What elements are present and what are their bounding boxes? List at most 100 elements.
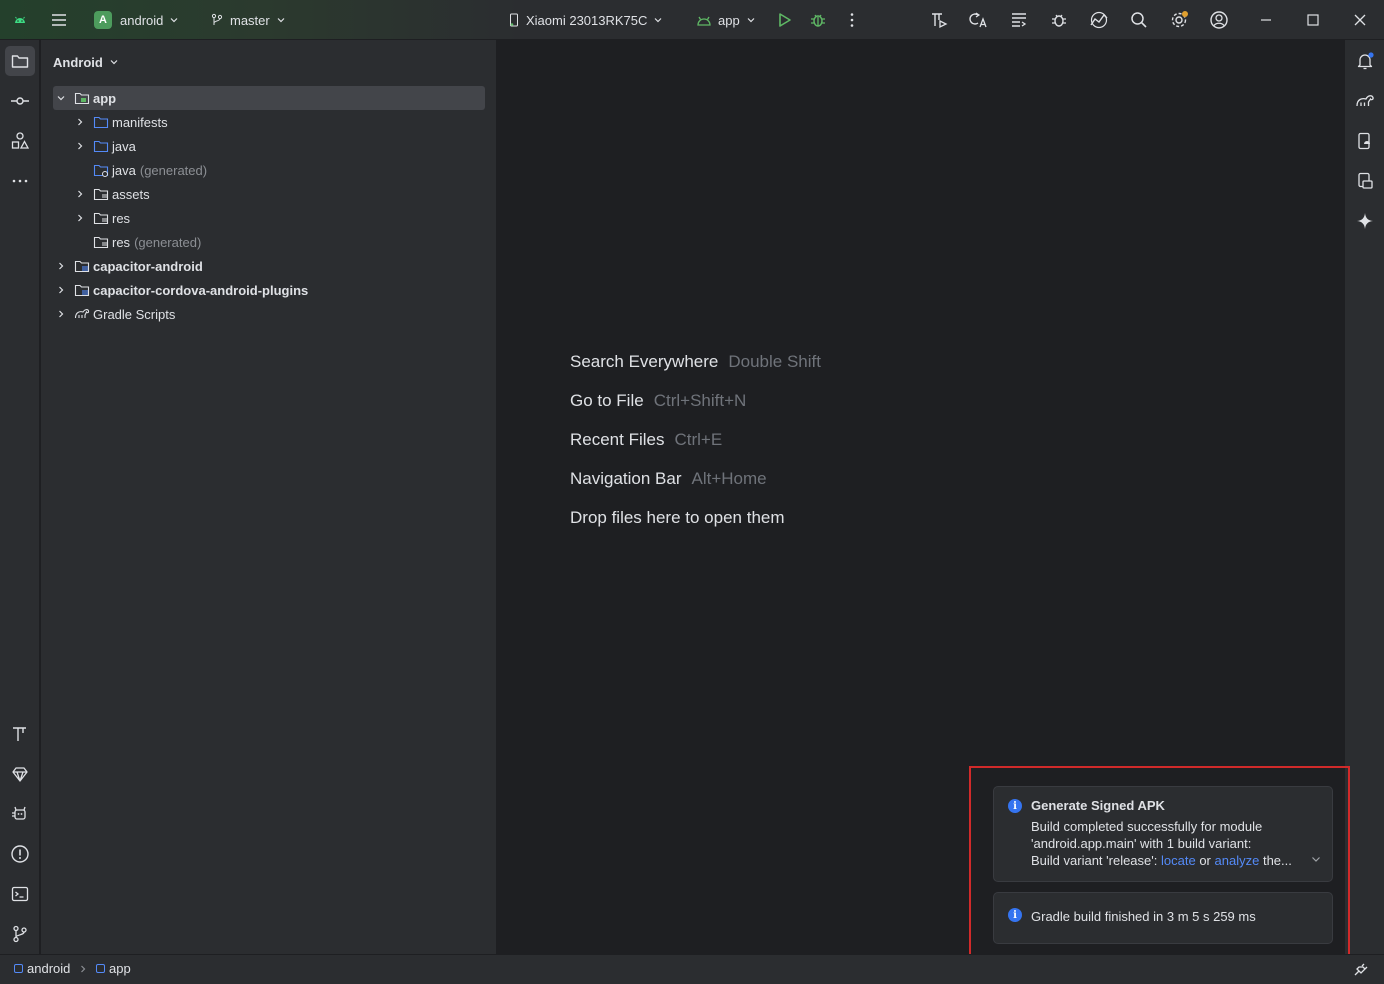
project-view-mode-dropdown[interactable]: Android [53,53,119,71]
chevron-right-icon[interactable] [73,139,87,153]
gemini-sparkle-icon[interactable] [1350,206,1380,236]
hint-shortcut: Ctrl+Shift+N [653,391,747,410]
info-icon: i [1008,908,1022,922]
app-quality-insights-icon[interactable] [5,759,35,789]
project-tool-folder-icon[interactable] [5,46,35,76]
running-devices-icon[interactable] [1350,166,1380,196]
module-icon [96,964,105,973]
tree-item-app[interactable]: app [53,86,485,110]
expand-chevron-down-icon[interactable] [1310,853,1322,865]
device-manager-icon[interactable] [1350,126,1380,156]
library-module-folder-icon [74,258,90,274]
logcat-icon[interactable] [1005,6,1033,34]
debug-icon[interactable] [804,6,832,34]
folder-icon [93,114,109,130]
problems-icon[interactable] [5,839,35,869]
tree-item-res[interactable]: res [53,206,485,230]
title-bar: A android master Xiaomi 23013RK75C app [0,0,1384,40]
tree-item-res-generated[interactable]: res (generated) [53,230,485,254]
build-hammer-icon[interactable] [5,719,35,749]
run-config-name: app [718,12,740,28]
locate-link[interactable]: locate [1161,853,1196,868]
chevron-right-icon[interactable] [73,187,87,201]
tree-item-assets[interactable]: assets [53,182,485,206]
main-menu-icon[interactable] [45,6,73,34]
maximize-window-icon[interactable] [1299,6,1327,34]
hint-go-to-file: Go to File Ctrl+Shift+N [570,391,746,411]
breadcrumb-label: app [109,961,131,976]
chevron-right-icon[interactable] [73,211,87,225]
project-tool-window: Android app manifests java java (generate… [41,40,497,954]
attach-debugger-icon[interactable] [1045,6,1073,34]
hint-action: Search Everywhere [570,352,719,371]
profiler-icon[interactable] [1085,6,1113,34]
git-vcs-icon[interactable] [5,919,35,949]
or-text: or [1199,853,1211,868]
project-selector[interactable]: A android [94,0,179,40]
tree-item-label: java [112,162,136,178]
commit-tool-icon[interactable] [5,86,35,116]
chevron-right-icon[interactable] [54,307,68,321]
tree-item-label-wrap: java (generated) [112,163,207,178]
gradle-elephant-icon [74,306,90,322]
chevron-right-icon[interactable] [54,259,68,273]
android-robot-tool-icon[interactable] [5,799,35,829]
notification-body: Build completed successfully for module … [1031,818,1301,869]
hint-action: Navigation Bar [570,469,682,488]
build-variants-icon[interactable] [925,6,953,34]
gradle-tool-icon[interactable] [1350,86,1380,116]
project-badge: A [94,11,112,29]
android-studio-logo-icon[interactable] [6,6,34,34]
notifications-bell-icon[interactable] [1350,46,1380,76]
hint-shortcut: Alt+Home [691,469,767,488]
chevron-right-icon[interactable] [54,283,68,297]
tree-item-java[interactable]: java [53,134,485,158]
minimize-window-icon[interactable] [1252,6,1280,34]
project-name: android [120,12,164,28]
library-module-folder-icon [74,282,90,298]
generated-source-folder-icon [93,162,109,178]
chevron-down-icon [746,13,756,28]
more-tools-ellipsis-icon[interactable] [5,166,35,196]
tree-item-java-generated[interactable]: java (generated) [53,158,485,182]
tree-item-gradle-scripts[interactable]: Gradle Scripts [53,302,485,326]
notification-line-3-suffix: the... [1262,853,1292,868]
more-actions-icon[interactable] [838,6,866,34]
settings-gear-icon[interactable] [1165,6,1193,34]
account-icon[interactable] [1205,6,1233,34]
tree-item-suffix: (generated) [134,234,202,250]
branch-name: master [230,12,270,28]
breadcrumb-label: android [27,961,71,976]
resource-manager-icon[interactable] [5,126,35,156]
hint-recent-files: Recent Files Ctrl+E [570,430,722,450]
close-window-icon[interactable] [1346,6,1374,34]
notification-gradle-build[interactable]: i Gradle build finished in 3 m 5 s 259 m… [993,892,1333,944]
tree-item-capacitor-android[interactable]: capacitor-android [53,254,485,278]
tree-item-label: capacitor-android [93,258,203,274]
breadcrumb-app[interactable]: app [96,961,131,976]
module-folder-icon [74,90,90,106]
notification-signed-apk[interactable]: i Generate Signed APK Build completed su… [993,786,1333,882]
hint-shortcut: Double Shift [728,352,821,371]
chevron-right-icon[interactable] [73,115,87,129]
notifications-highlight-frame: i Generate Signed APK Build completed su… [969,766,1350,962]
tree-item-label: java [112,138,136,154]
tree-item-capacitor-cordova-android-plugins[interactable]: capacitor-cordova-android-plugins [53,278,485,302]
chevron-down-icon [169,13,179,28]
chevron-down-icon[interactable] [54,91,68,105]
device-selector[interactable]: Xiaomi 23013RK75C [508,0,663,40]
module-icon [14,964,23,973]
analyze-link[interactable]: analyze [1215,853,1260,868]
breadcrumb-android[interactable]: android [14,961,70,976]
tree-item-manifests[interactable]: manifests [53,110,485,134]
translate-icon[interactable] [965,6,993,34]
device-name: Xiaomi 23013RK75C [526,12,648,28]
memory-indicator-icon[interactable] [1346,956,1374,984]
search-icon[interactable] [1125,6,1153,34]
run-icon[interactable] [770,6,798,34]
branch-selector[interactable]: master [210,0,286,40]
hint-drop-files: Drop files here to open them [570,508,785,528]
run-config-selector[interactable]: app [696,0,756,40]
tree-item-label: app [93,90,117,106]
terminal-icon[interactable] [5,879,35,909]
